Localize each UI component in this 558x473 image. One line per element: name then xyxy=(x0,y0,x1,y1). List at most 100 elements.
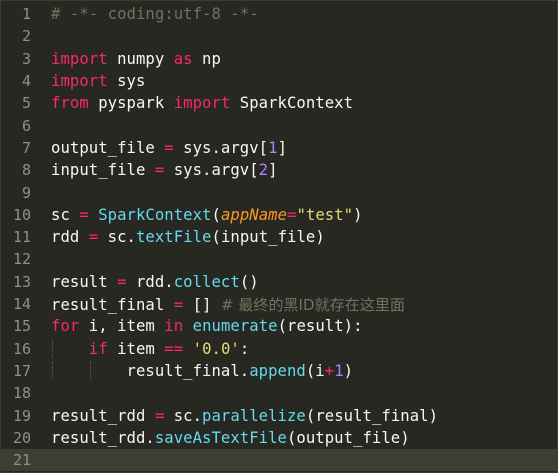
number-token: 1 xyxy=(334,361,344,380)
line-number: 13 xyxy=(12,272,31,291)
line-content: # -*- coding:utf-8 -*- xyxy=(51,5,259,23)
code-line[interactable]: 3 import numpy as np xyxy=(1,48,557,70)
code-line[interactable]: 20 result_rdd.saveAsTextFile(output_file… xyxy=(1,427,557,449)
line-number: 4 xyxy=(21,72,31,91)
keyword-token: import xyxy=(51,72,108,91)
line-content: sc = SparkContext(appName="test") xyxy=(51,206,363,224)
line-number: 12 xyxy=(12,250,31,269)
code-line[interactable]: 11 rdd = sc.textFile(input_file) xyxy=(1,226,557,248)
line-content: for i, item in enumerate(result): xyxy=(51,317,363,335)
line-number: 6 xyxy=(21,116,31,135)
line-content: input_file = sys.argv[2] xyxy=(51,161,278,179)
indent-guide xyxy=(90,361,91,380)
punctuation-token: ] xyxy=(277,138,288,157)
identifier-token: result xyxy=(51,272,118,291)
identifier-token: pyspark xyxy=(88,94,174,113)
comment-token: # -*- coding:utf-8 -*- xyxy=(51,5,259,24)
line-content: import numpy as np xyxy=(51,50,221,68)
keyword-token: import xyxy=(173,94,231,113)
identifier-token: [] xyxy=(183,295,221,314)
line-content: result_final.append(i+1) xyxy=(51,361,353,380)
number-token: 2 xyxy=(258,161,269,180)
function-token: saveAsTextFile xyxy=(154,428,287,447)
identifier-token: input_file xyxy=(51,161,155,180)
keyword-token: import xyxy=(51,49,108,68)
keyword-token: in xyxy=(164,317,184,336)
line-number: 16 xyxy=(12,339,31,358)
identifier-token: result_final. xyxy=(126,361,250,380)
line-content: rdd = sc.textFile(input_file) xyxy=(51,228,325,246)
identifier-token: sc. xyxy=(98,228,136,247)
code-line[interactable]: 2 xyxy=(1,25,557,47)
identifier-token: rdd xyxy=(51,228,89,247)
line-number: 14 xyxy=(12,295,31,314)
identifier-token: numpy xyxy=(107,49,174,68)
punctuation-token: (result_final) xyxy=(305,406,439,425)
code-line[interactable]: 12 xyxy=(1,248,557,270)
identifier-token: rdd. xyxy=(126,272,174,291)
keyword-token: as xyxy=(173,49,193,68)
code-line[interactable]: 18 xyxy=(1,382,557,404)
operator-token: + xyxy=(324,361,335,380)
line-number: 21 xyxy=(12,451,31,470)
identifier-token: i, item xyxy=(79,317,165,336)
keyword-token: for xyxy=(51,317,80,336)
punctuation-token: (i xyxy=(305,361,325,380)
line-number: 7 xyxy=(21,138,31,157)
line-number: 18 xyxy=(12,384,31,403)
code-line[interactable]: 10 sc = SparkContext(appName="test") xyxy=(1,204,557,226)
operator-token: = xyxy=(154,406,165,425)
code-line[interactable]: 6 xyxy=(1,115,557,137)
identifier-token: output_file xyxy=(51,138,165,157)
punctuation-token: (input_file) xyxy=(211,228,325,247)
indent-guide xyxy=(52,361,53,380)
operator-token: = xyxy=(79,205,89,224)
punctuation-token: (result): xyxy=(277,317,363,336)
line-content: import sys xyxy=(51,72,145,90)
operator-token: = xyxy=(117,272,127,291)
code-line[interactable]: 19 result_rdd = sc.parallelize(result_fi… xyxy=(1,404,557,426)
code-line[interactable]: 9 xyxy=(1,181,557,203)
line-content: result = rdd.collect() xyxy=(51,273,259,291)
identifier-token: result_rdd. xyxy=(51,428,155,447)
code-line[interactable]: 16 if item == '0.0': xyxy=(1,338,557,360)
code-line[interactable]: 1 # -*- coding:utf-8 -*- xyxy=(1,3,557,25)
code-line[interactable]: 5 from pyspark import SparkContext xyxy=(1,92,557,114)
line-number: 8 xyxy=(21,161,31,180)
line-number: 5 xyxy=(21,94,31,113)
code-line[interactable]: 17 result_final.append(i+1) xyxy=(1,360,557,382)
line-content: result_rdd = sc.parallelize(result_final… xyxy=(51,407,438,425)
code-line[interactable]: 7 output_file = sys.argv[1] xyxy=(1,137,557,159)
function-token: parallelize xyxy=(202,406,306,425)
line-content: output_file = sys.argv[1] xyxy=(51,139,287,157)
operator-token: = xyxy=(164,138,174,157)
line-number: 19 xyxy=(12,406,31,425)
code-line[interactable]: 15 for i, item in enumerate(result): xyxy=(1,315,557,337)
punctuation-token: (output_file) xyxy=(286,428,410,447)
identifier-token: sc. xyxy=(164,406,203,425)
identifier-token: SparkContext xyxy=(230,94,354,113)
string-token: "test" xyxy=(296,205,354,224)
code-line[interactable]: 14 result_final = [] # 最终的黑ID就存在这里面 xyxy=(1,293,557,315)
code-line[interactable]: 4 import sys xyxy=(1,70,557,92)
line-content: result_rdd.saveAsTextFile(output_file) xyxy=(51,429,410,447)
code-line[interactable]: 8 input_file = sys.argv[2] xyxy=(1,159,557,181)
punctuation-token: : xyxy=(239,339,250,358)
indent-token xyxy=(51,340,89,358)
code-line-active[interactable]: 21 xyxy=(1,449,557,472)
line-number: 3 xyxy=(21,49,31,68)
punctuation-token: ) xyxy=(353,205,363,224)
function-token: textFile xyxy=(135,228,212,247)
function-token: collect xyxy=(173,272,240,291)
code-line[interactable]: 13 result = rdd.collect() xyxy=(1,271,557,293)
identifier-token: result_rdd xyxy=(51,406,155,425)
identifier-token: np xyxy=(192,49,221,68)
line-number: 9 xyxy=(21,183,31,202)
function-token: append xyxy=(249,361,306,380)
keyword-token: if xyxy=(88,339,108,358)
line-content: result_final = [] # 最终的黑ID就存在这里面 xyxy=(51,294,405,315)
line-number: 10 xyxy=(12,205,31,224)
code-editor[interactable]: 1 # -*- coding:utf-8 -*- 2 3 import nump… xyxy=(0,0,558,473)
